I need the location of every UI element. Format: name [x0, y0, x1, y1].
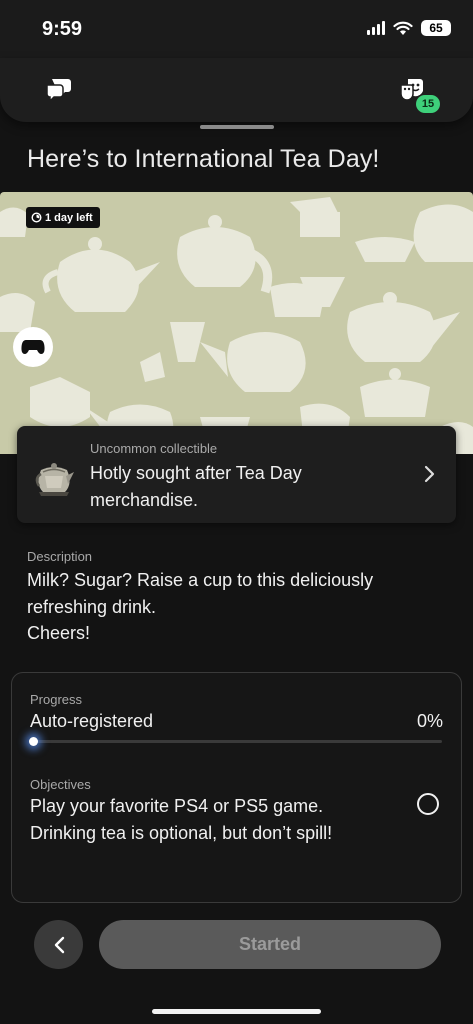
page-title: Here’s to International Tea Day!: [27, 145, 380, 173]
progress-panel: Progress Auto-registered 0% Objectives P…: [11, 672, 462, 903]
challenge-banner: [0, 192, 473, 454]
time-left-badge: 1 day left: [26, 207, 100, 228]
collectible-rarity: Uncommon collectible: [90, 441, 218, 456]
chevron-left-icon: [54, 936, 64, 953]
wifi-icon: [393, 21, 413, 35]
chevron-right-icon: [424, 465, 435, 483]
status-time: 9:59: [42, 18, 83, 40]
time-left-text: 1 day left: [45, 211, 93, 224]
teapot-pattern: [0, 197, 473, 454]
timer-icon: [31, 212, 42, 223]
description-text: Milk? Sugar? Raise a cup to this delicio…: [27, 567, 447, 647]
sheet-drag-handle[interactable]: [200, 125, 274, 129]
progress-status: Auto-registered: [30, 711, 154, 731]
back-button[interactable]: [34, 920, 83, 969]
description-line: Cheers!: [27, 623, 91, 643]
top-app-bar: 15: [0, 58, 473, 122]
collectible-card[interactable]: Uncommon collectible Hotly sought after …: [17, 426, 456, 523]
platform-badge: [13, 327, 53, 367]
status-icons: 65: [367, 20, 451, 36]
progress-indicator-dot: [29, 737, 38, 746]
objective-text: Play your favorite PS4 or PS5 game. Drin…: [30, 796, 333, 843]
teapot-thumbnail: [35, 463, 74, 496]
description-line: refreshing drink.: [27, 596, 157, 617]
started-button[interactable]: Started: [99, 920, 441, 969]
empty-circle-icon: [417, 793, 439, 815]
chat-bubbles-icon[interactable]: [44, 76, 74, 104]
cellular-signal-icon: [367, 21, 385, 35]
home-indicator[interactable]: [152, 1009, 321, 1014]
controller-icon: [21, 340, 45, 354]
status-bar: 9:59 65: [0, 0, 473, 58]
progress-bar: [29, 737, 442, 746]
description-label: Description: [27, 549, 93, 564]
friends-count-badge: 15: [416, 95, 440, 113]
description-line: Milk? Sugar? Raise a cup to this delicio…: [27, 570, 374, 590]
collectible-name: Hotly sought after Tea Day merchandise.: [90, 463, 302, 510]
progress-percent: 0%: [416, 711, 443, 731]
battery-icon: 65: [421, 20, 451, 36]
objectives-label: Objectives: [30, 777, 91, 792]
challenge-detail-screen: 9:59 65 15 Here’s to International Tea D…: [0, 0, 473, 1024]
progress-label: Progress: [30, 692, 83, 707]
